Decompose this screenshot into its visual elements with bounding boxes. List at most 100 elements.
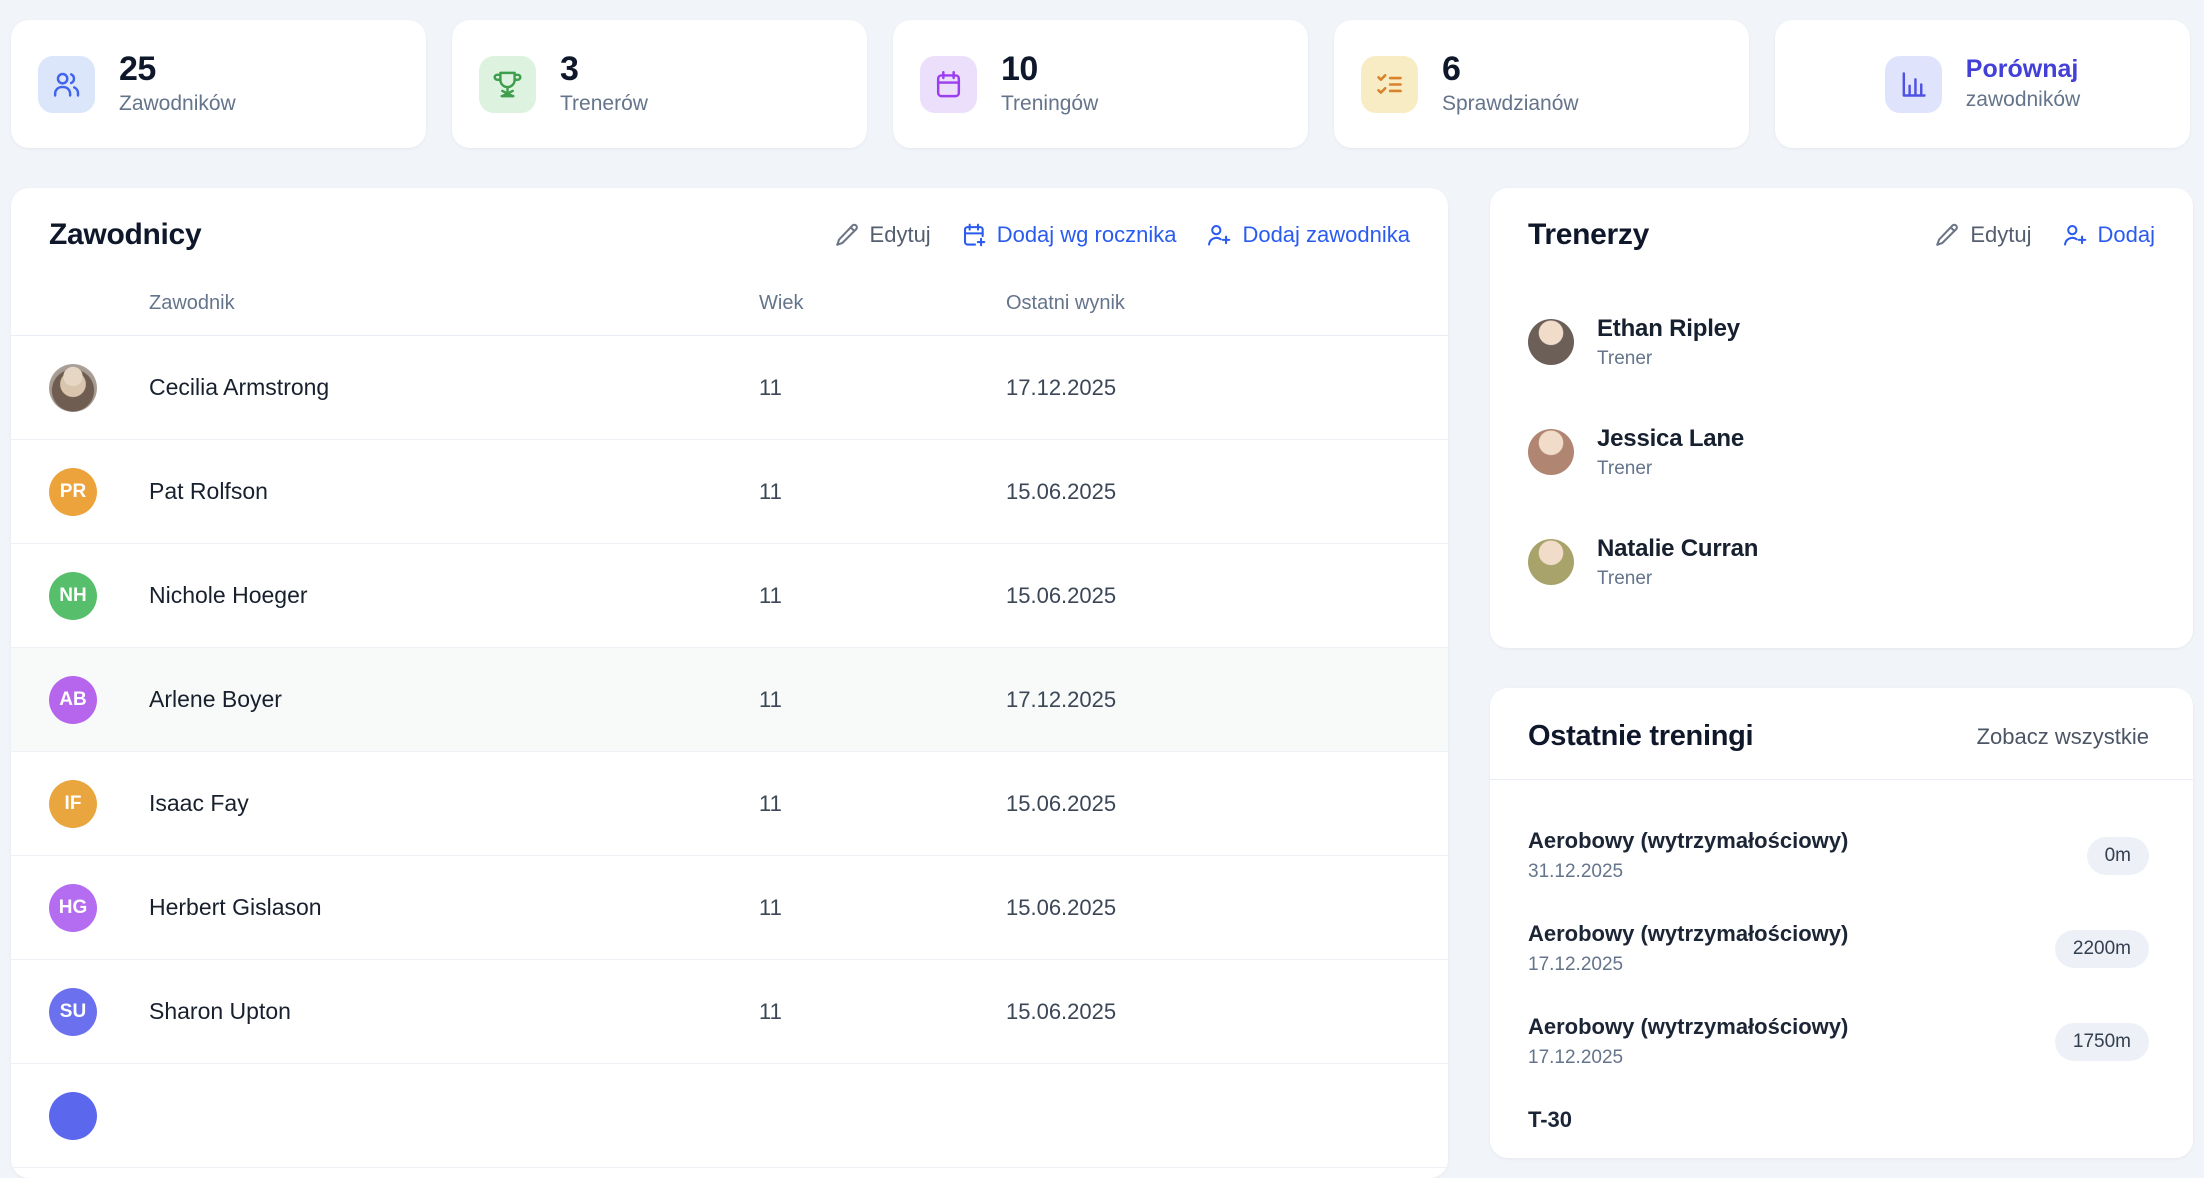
calendar-plus-icon: [961, 222, 987, 248]
compare-players-card[interactable]: Porównaj zawodników: [1775, 20, 2190, 148]
coach-role: Trener: [1597, 348, 1740, 370]
players-title: Zawodnicy: [49, 218, 201, 252]
stat-icon-box: [479, 56, 536, 113]
player-age: 11: [759, 687, 1006, 713]
coach-item[interactable]: Ethan Ripley Trener: [1528, 310, 2155, 374]
players-panel: Zawodnicy Edytuj Dodaj wg rocznika Dodaj…: [11, 188, 1448, 1178]
compare-subtitle: zawodników: [1966, 88, 2080, 112]
player-age: 11: [759, 999, 1006, 1025]
column-last-result: Ostatni wynik: [1006, 292, 1410, 315]
coaches-title: Trenerzy: [1528, 218, 1649, 252]
player-avatar: NH: [49, 572, 97, 620]
trainings-list: Aerobowy (wytrzymałościowy) 31.12.2025 0…: [1490, 780, 2193, 1140]
player-name: Cecilia Armstrong: [149, 374, 759, 401]
player-last-result: 15.06.2025: [1006, 583, 1410, 609]
training-item[interactable]: Aerobowy (wytrzymałościowy) 17.12.2025 2…: [1528, 921, 2149, 976]
player-name: Pat Rolfson: [149, 478, 759, 505]
add-by-year-button[interactable]: Dodaj wg rocznika: [961, 222, 1177, 248]
player-name: Nichole Hoeger: [149, 582, 759, 609]
stat-label: Sprawdzianów: [1442, 92, 1579, 116]
recent-trainings-panel: Ostatnie treningi Zobacz wszystkie Aerob…: [1490, 688, 2193, 1158]
user-plus-icon: [1206, 222, 1232, 248]
stat-card: 10 Treningów: [893, 20, 1308, 148]
player-age: 11: [759, 583, 1006, 609]
stat-label: Trenerów: [560, 92, 648, 116]
coach-item[interactable]: Natalie Curran Trener: [1528, 530, 2155, 594]
add-player-button[interactable]: Dodaj zawodnika: [1206, 222, 1410, 248]
coach-role: Trener: [1597, 568, 1758, 590]
player-avatar: AB: [49, 676, 97, 724]
coach-item[interactable]: Jessica Lane Trener: [1528, 420, 2155, 484]
trainings-title: Ostatnie treningi: [1528, 720, 1753, 753]
coach-avatar: [1528, 539, 1574, 585]
training-name: Aerobowy (wytrzymałościowy): [1528, 921, 1848, 947]
coach-list: Ethan Ripley Trener Jessica Lane Trener …: [1490, 310, 2193, 594]
player-row[interactable]: HG Herbert Gislason 11 15.06.2025: [11, 856, 1448, 960]
training-item[interactable]: Aerobowy (wytrzymałościowy) 31.12.2025 0…: [1528, 828, 2149, 883]
player-row[interactable]: IF Isaac Fay 11 15.06.2025: [11, 752, 1448, 856]
player-avatar: HG: [49, 884, 97, 932]
player-row[interactable]: AB Arlene Boyer 11 17.12.2025: [11, 648, 1448, 752]
player-last-result: 15.06.2025: [1006, 479, 1410, 505]
player-age: 11: [759, 791, 1006, 817]
coach-name: Ethan Ripley: [1597, 315, 1740, 343]
player-age: 11: [759, 479, 1006, 505]
column-player: Zawodnik: [149, 292, 759, 315]
stat-icon-box: [38, 56, 95, 113]
training-name: Aerobowy (wytrzymałościowy): [1528, 828, 1848, 854]
column-age: Wiek: [759, 292, 1006, 315]
stat-label: Treningów: [1001, 92, 1098, 116]
user-plus-icon: [2062, 222, 2088, 248]
player-row[interactable]: [11, 1064, 1448, 1168]
stat-icon-box: [1361, 56, 1418, 113]
compare-icon-box: [1885, 56, 1942, 113]
training-name: Aerobowy (wytrzymałościowy): [1528, 1014, 1848, 1040]
training-distance-badge: 1750m: [2055, 1023, 2149, 1061]
stat-icon-box: [920, 56, 977, 113]
player-avatar: PR: [49, 468, 97, 516]
stat-value: 3: [560, 52, 648, 88]
stat-card: 6 Sprawdzianów: [1334, 20, 1749, 148]
player-row[interactable]: Cecilia Armstrong 11 17.12.2025: [11, 336, 1448, 440]
player-avatar: [49, 364, 97, 412]
add-coach-button[interactable]: Dodaj: [2062, 222, 2155, 248]
training-item[interactable]: T-30: [1528, 1107, 2149, 1140]
player-row[interactable]: PR Pat Rolfson 11 15.06.2025: [11, 440, 1448, 544]
training-distance-badge: 0m: [2087, 837, 2149, 875]
player-last-result: 17.12.2025: [1006, 687, 1410, 713]
player-avatar: IF: [49, 780, 97, 828]
player-name: Herbert Gislason: [149, 894, 759, 921]
edit-coaches-button[interactable]: Edytuj: [1934, 222, 2031, 248]
player-last-result: 17.12.2025: [1006, 375, 1410, 401]
training-date: 17.12.2025: [1528, 1047, 1848, 1069]
stat-value: 6: [1442, 52, 1579, 88]
edit-players-button[interactable]: Edytuj: [834, 222, 931, 248]
stat-icon: [933, 69, 964, 100]
player-name: Sharon Upton: [149, 998, 759, 1025]
bar-chart-icon: [1898, 69, 1929, 100]
coaches-panel: Trenerzy Edytuj Dodaj Ethan Ripley Trene…: [1490, 188, 2193, 648]
training-item[interactable]: Aerobowy (wytrzymałościowy) 17.12.2025 1…: [1528, 1014, 2149, 1069]
players-actions: Edytuj Dodaj wg rocznika Dodaj zawodnika: [834, 222, 1410, 248]
stat-value: 10: [1001, 52, 1098, 88]
player-age: 11: [759, 375, 1006, 401]
coach-avatar: [1528, 319, 1574, 365]
coach-name: Jessica Lane: [1597, 425, 1744, 453]
training-name: T-30: [1528, 1107, 1572, 1133]
stats-row: 25 Zawodników 3 Trenerów 10 Treningów: [11, 20, 2190, 148]
players-table-header: Zawodnik Wiek Ostatni wynik: [11, 264, 1448, 336]
coach-role: Trener: [1597, 458, 1744, 480]
player-row[interactable]: NH Nichole Hoeger 11 15.06.2025: [11, 544, 1448, 648]
player-avatar: [49, 1092, 97, 1140]
see-all-trainings-link[interactable]: Zobacz wszystkie: [1977, 724, 2149, 750]
stat-card: 3 Trenerów: [452, 20, 867, 148]
player-row[interactable]: SU Sharon Upton 11 15.06.2025: [11, 960, 1448, 1064]
stat-value: 25: [119, 52, 236, 88]
stat-icon: [492, 69, 523, 100]
training-distance-badge: 2200m: [2055, 930, 2149, 968]
coach-name: Natalie Curran: [1597, 535, 1758, 563]
stat-label: Zawodników: [119, 92, 236, 116]
training-date: 17.12.2025: [1528, 954, 1848, 976]
stat-card: 25 Zawodników: [11, 20, 426, 148]
coach-avatar: [1528, 429, 1574, 475]
